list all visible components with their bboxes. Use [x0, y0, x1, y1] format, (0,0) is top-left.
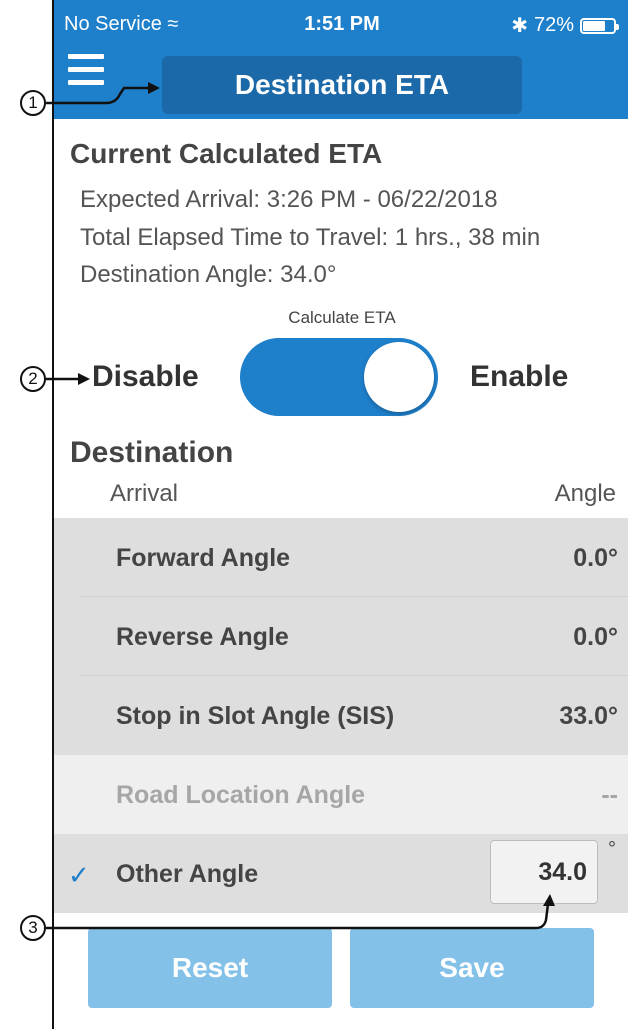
checkmark-icon: ✓ — [68, 860, 90, 890]
row-label: Forward Angle — [116, 544, 291, 572]
other-angle-row[interactable]: ✓ Other Angle ° — [54, 834, 628, 913]
row-value: 0.0° — [573, 623, 618, 651]
status-bar: No Service ≈ 1:51 PM ✱ 72% — [54, 0, 628, 50]
reverse-angle-row[interactable]: Reverse Angle 0.0° — [54, 597, 628, 676]
calculate-eta-label: Calculate ETA — [288, 308, 396, 327]
destination-angle: Destination Angle: 34.0° — [80, 261, 337, 288]
row-label: Road Location Angle — [116, 781, 366, 809]
row-label: Other Angle — [116, 860, 259, 888]
other-angle-input[interactable] — [490, 840, 598, 904]
callout-2: 2 — [20, 366, 46, 392]
row-value: 0.0° — [573, 544, 618, 572]
forward-angle-row[interactable]: Forward Angle 0.0° — [54, 518, 628, 597]
row-value: -- — [601, 781, 618, 809]
bluetooth-icon: ✱ — [511, 15, 528, 37]
battery-status: ✱ 72% — [511, 13, 619, 38]
battery-icon — [580, 17, 619, 34]
callout-3: 3 — [20, 915, 46, 941]
row-value: 33.0° — [559, 702, 618, 730]
degree-unit: ° — [608, 838, 616, 860]
row-label: Stop in Slot Angle (SIS) — [116, 702, 395, 730]
angle-column-header: Angle — [554, 480, 616, 507]
battery-level — [583, 20, 605, 31]
eta-section-title: Current Calculated ETA — [70, 138, 383, 169]
enable-label[interactable]: Enable — [470, 360, 568, 394]
callout-1: 1 — [20, 90, 46, 116]
destination-title: Destination — [70, 436, 234, 469]
calculate-eta-toggle[interactable] — [240, 338, 438, 416]
toggle-knob[interactable] — [364, 342, 434, 412]
header-bar: No Service ≈ 1:51 PM ✱ 72% Destination E… — [54, 0, 628, 119]
arrival-column-header: Arrival — [110, 480, 179, 507]
disable-label[interactable]: Disable — [92, 360, 199, 394]
phone-screen: No Service ≈ 1:51 PM ✱ 72% Destination E… — [52, 0, 628, 1029]
destination-eta-title-button[interactable]: Destination ETA — [162, 56, 522, 114]
row-label: Reverse Angle — [116, 623, 289, 651]
hamburger-icon[interactable] — [68, 54, 104, 88]
battery-percent: 72% — [533, 14, 574, 36]
destination-list: Forward Angle 0.0° Reverse Angle 0.0° St… — [54, 518, 628, 913]
reset-button[interactable]: Reset — [88, 928, 332, 1008]
elapsed-time: Total Elapsed Time to Travel: 1 hrs., 38… — [80, 224, 541, 251]
expected-arrival: Expected Arrival: 3:26 PM - 06/22/2018 — [80, 186, 498, 213]
road-location-angle-row: Road Location Angle -- — [54, 755, 628, 834]
stop-in-slot-angle-row[interactable]: Stop in Slot Angle (SIS) 33.0° — [54, 676, 628, 755]
save-button[interactable]: Save — [350, 928, 594, 1008]
